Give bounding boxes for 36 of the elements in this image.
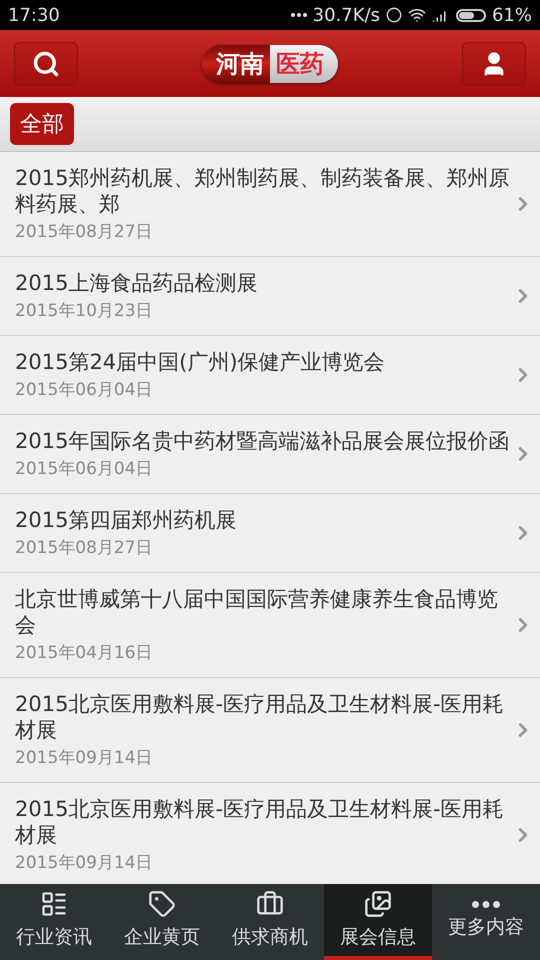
tag-icon bbox=[148, 890, 176, 918]
more-icon bbox=[472, 900, 500, 908]
item-title: 2015郑州药机展、郑州制药展、制药装备展、郑州原料药展、郑 bbox=[15, 165, 510, 217]
search-icon bbox=[32, 50, 60, 78]
nav-tab[interactable]: 企业黄页 bbox=[108, 884, 216, 960]
item-date: 2015年09月14日 bbox=[15, 747, 154, 769]
item-title: 2015第24届中国(广州)保健产业博览会 bbox=[15, 349, 386, 375]
grid-icon bbox=[40, 890, 68, 918]
wifi-icon bbox=[408, 6, 426, 24]
item-title: 2015年国际名贵中药材暨高端滋补品展会展位报价函 bbox=[15, 428, 510, 454]
status-time: 17:30 bbox=[8, 4, 60, 26]
battery-percent: 61% bbox=[492, 4, 532, 26]
network-speed: 30.7K/s bbox=[312, 4, 380, 26]
item-date: 2015年09月14日 bbox=[15, 852, 154, 874]
item-title: 2015北京医用敷料展-医疗用品及卫生材料展-医用耗材展 bbox=[15, 796, 505, 848]
item-title: 北京世博威第十八届中国国际营养健康养生食品博览会 bbox=[15, 586, 499, 638]
user-button[interactable] bbox=[462, 42, 526, 86]
item-date: 2015年06月04日 bbox=[15, 458, 154, 480]
nav-tab[interactable]: 供求商机 bbox=[216, 884, 324, 960]
item-date: 2015年08月27日 bbox=[15, 221, 154, 243]
nav-tab[interactable]: 行业资讯 bbox=[0, 884, 108, 960]
item-date: 2015年06月04日 bbox=[15, 379, 154, 401]
search-button[interactable] bbox=[14, 42, 78, 86]
battery-icon bbox=[456, 8, 486, 22]
item-title: 2015第四届郑州药机展 bbox=[15, 507, 238, 533]
item-date: 2015年10月23日 bbox=[15, 300, 154, 322]
nav-tab[interactable]: 更多内容 bbox=[432, 884, 540, 960]
app-logo: 河南 医药 bbox=[202, 44, 338, 82]
item-title: 2015上海食品药品检测展 bbox=[15, 270, 258, 296]
pictures-icon bbox=[364, 890, 392, 918]
item-date: 2015年08月27日 bbox=[15, 537, 154, 559]
item-title: 2015北京医用敷料展-医疗用品及卫生材料展-医用耗材展 bbox=[15, 691, 505, 743]
nav-tab[interactable]: 展会信息 bbox=[324, 884, 432, 960]
item-date: 2015年04月16日 bbox=[15, 642, 154, 664]
category-tab[interactable]: 全部 bbox=[10, 103, 74, 145]
notification-dots-icon bbox=[290, 13, 307, 17]
